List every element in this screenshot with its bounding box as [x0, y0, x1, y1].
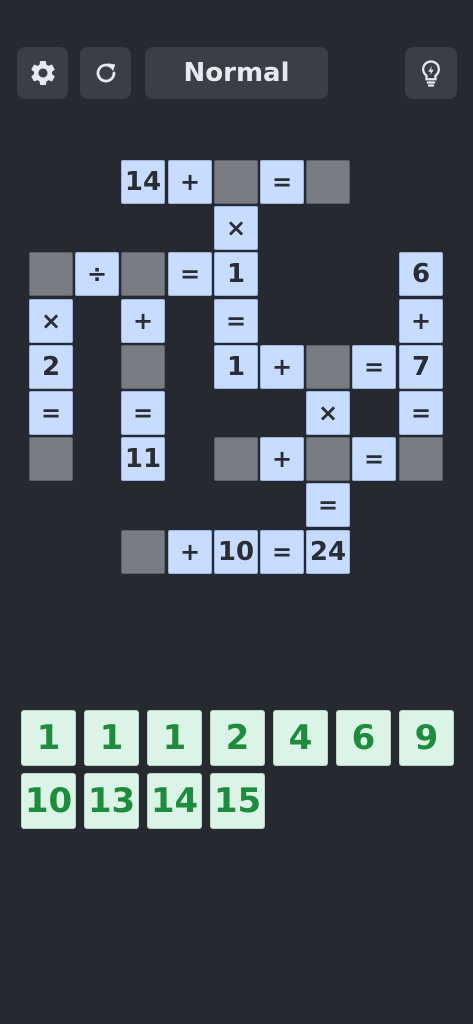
operator-cell: = [168, 252, 212, 296]
empty-slot[interactable] [214, 437, 258, 481]
number-tile[interactable]: 1 [84, 710, 139, 766]
empty-slot[interactable] [121, 252, 165, 296]
operator-cell: = [352, 345, 396, 389]
operator-cell: = [260, 160, 304, 204]
number-tile[interactable]: 1 [21, 710, 76, 766]
operator-cell: = [399, 391, 443, 435]
operator-cell: = [214, 299, 258, 343]
operator-cell: = [306, 483, 350, 527]
empty-slot[interactable] [121, 345, 165, 389]
empty-slot[interactable] [306, 437, 350, 481]
empty-slot[interactable] [214, 160, 258, 204]
puzzle-board: 14 + = × ÷ = 1 6 × + = +2 1 + = 7 = = × = 11 + = = +10 = 24 [0, 0, 473, 600]
empty-slot[interactable] [306, 160, 350, 204]
operator-cell: = [121, 391, 165, 435]
operator-cell: + [260, 345, 304, 389]
empty-slot[interactable] [121, 530, 165, 574]
operator-cell: × [306, 391, 350, 435]
operator-cell: + [168, 530, 212, 574]
operator-cell: + [121, 299, 165, 343]
operator-cell: ÷ [75, 252, 119, 296]
number-tile[interactable]: 10 [21, 773, 76, 829]
number-cell: 1 [214, 252, 258, 296]
number-cell: 1 [214, 345, 258, 389]
number-tile[interactable]: 13 [84, 773, 139, 829]
operator-cell: = [29, 391, 73, 435]
operator-cell: + [260, 437, 304, 481]
number-tile[interactable]: 15 [210, 773, 265, 829]
number-cell: 24 [306, 530, 350, 574]
number-cell: 6 [399, 252, 443, 296]
number-tile-tray: 1 1 1 2 4 6 9 10 13 14 15 [0, 700, 473, 840]
empty-slot[interactable] [306, 345, 350, 389]
number-cell: 7 [399, 345, 443, 389]
number-cell: 2 [29, 345, 73, 389]
operator-cell: = [260, 530, 304, 574]
number-tile[interactable]: 1 [147, 710, 202, 766]
operator-cell: + [168, 160, 212, 204]
empty-slot[interactable] [29, 252, 73, 296]
operator-cell: + [399, 299, 443, 343]
number-tile[interactable]: 9 [399, 710, 454, 766]
number-tile[interactable]: 4 [273, 710, 328, 766]
operator-cell: = [352, 437, 396, 481]
empty-slot[interactable] [399, 437, 443, 481]
number-cell: 10 [214, 530, 258, 574]
number-cell: 14 [121, 160, 165, 204]
empty-slot[interactable] [29, 437, 73, 481]
number-cell: 11 [121, 437, 165, 481]
number-tile[interactable]: 6 [336, 710, 391, 766]
number-tile[interactable]: 2 [210, 710, 265, 766]
operator-cell: × [29, 299, 73, 343]
number-tile[interactable]: 14 [147, 773, 202, 829]
operator-cell: × [214, 206, 258, 250]
